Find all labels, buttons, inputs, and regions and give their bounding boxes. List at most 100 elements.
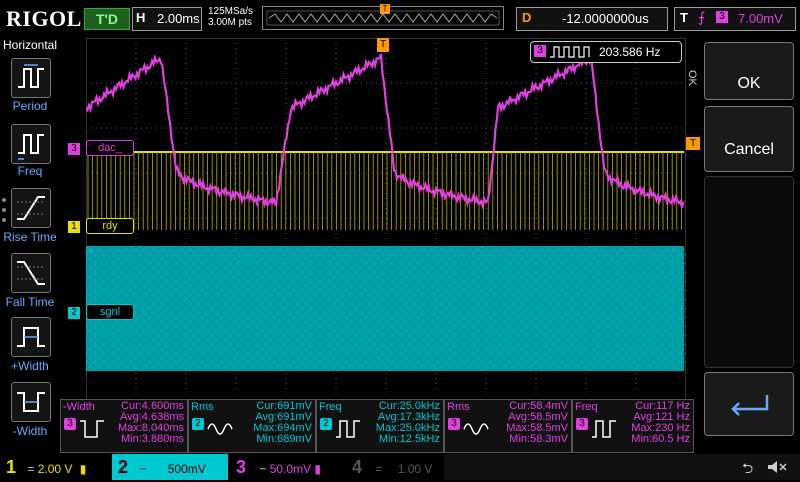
timebase-value: 2.00ms <box>157 11 200 26</box>
pos-width-label: +Width <box>11 359 49 373</box>
measurement-min: Min:60.5 Hz <box>631 433 690 445</box>
ch1-battery-icon: ▮ <box>79 462 87 476</box>
measurement-name: Rms <box>447 401 470 413</box>
ok-side-label: OK <box>686 70 698 86</box>
freq-icon <box>592 420 616 438</box>
measurement-channel-badge: 3 <box>576 418 588 430</box>
measurement-name: Freq <box>319 401 342 413</box>
waveform-canvas <box>0 37 800 401</box>
period-button[interactable] <box>11 58 51 98</box>
measurement-channel-badge: 3 <box>64 418 76 430</box>
measurement-stats: Cur:691mV Avg:691mV Max:694mV Min:689mV <box>253 401 312 445</box>
ch1-waveform-label[interactable]: rdy <box>86 218 134 234</box>
menu-page-dots <box>1 196 7 226</box>
freq-label: Freq <box>17 164 43 178</box>
period-icon <box>18 64 44 88</box>
ch1-scale: 2.00 V <box>37 462 73 476</box>
ch2-waveform-label[interactable]: sgnl <box>86 304 134 320</box>
measurement-item[interactable]: Rms 2 Cur:691mV Avg:691mV Max:694mV Min:689mV <box>188 399 316 453</box>
enter-arrow-icon <box>731 395 769 416</box>
usb-icon: ⮌ <box>742 460 754 476</box>
fall-time-button[interactable] <box>11 253 51 293</box>
ch3-marker[interactable]: 3 <box>68 143 80 155</box>
ch2-scale: 500mV <box>167 462 206 476</box>
freq-icon <box>18 134 44 160</box>
ok-button-label: OK <box>737 75 761 92</box>
rise-time-button[interactable] <box>11 188 51 228</box>
period-label: Period <box>12 99 48 113</box>
ch2-number: 2 <box>118 457 129 477</box>
memory-depth: 3.00M pts <box>208 17 252 28</box>
sample-rate: 125MSa/s <box>208 6 254 17</box>
freq-button[interactable] <box>11 124 51 164</box>
softkey-empty-area <box>704 176 794 368</box>
measurement-stats: Cur:25.0kHz Avg:17.3kHz Max:25.0kHz Min:12.… <box>376 401 440 445</box>
ch1-coupling: = <box>27 462 35 476</box>
ch3-battery-icon: ▮ <box>314 462 322 476</box>
ch3-status[interactable]: 3 ~ 50.0mV ▮ <box>228 454 344 480</box>
delay-value: -12.0000000us <box>562 11 649 26</box>
timebase-label: H <box>136 10 146 25</box>
frequency-counter[interactable]: 3 203.586 Hz <box>530 41 682 63</box>
ch2-coupling: ~ <box>139 462 147 476</box>
trigger-source-badge: 3 <box>716 11 728 23</box>
ch1-marker[interactable]: 1 <box>68 221 80 233</box>
trigger-position-marker: T <box>380 4 390 14</box>
ch1-status[interactable]: 1 = 2.00 V ▮ <box>0 454 112 480</box>
counter-value: 203.586 Hz <box>599 45 661 59</box>
ok-button[interactable]: OK <box>704 42 794 100</box>
ch3-coupling: ~ <box>259 462 267 476</box>
measurement-min: Min:3.880ms <box>121 433 184 445</box>
measurement-item[interactable]: Freq 2 Cur:25.0kHz Avg:17.3kHz Max:25.0kHz Mi… <box>316 399 444 453</box>
ch2-status[interactable]: 2 ~ 500mV <box>112 454 228 480</box>
measurement-name: Rms <box>191 401 214 413</box>
trigger-level-value: 7.00mV <box>738 11 783 26</box>
measurement-channel-badge: 2 <box>320 418 332 430</box>
delay-label: D <box>522 10 532 25</box>
ch3-number: 3 <box>236 457 247 477</box>
trigger-status-badge: T'D <box>84 8 130 30</box>
ch4-status[interactable]: 4 = 1.00 V <box>344 454 444 480</box>
trigger-label: T <box>680 10 688 25</box>
measurement-min: Min:689mV <box>256 433 312 445</box>
rms-icon <box>207 423 233 435</box>
ch3-waveform-label[interactable]: dac_ <box>86 140 134 156</box>
ch2-marker[interactable]: 2 <box>68 307 80 319</box>
enter-button[interactable] <box>704 372 794 436</box>
neg-width-icon <box>17 392 45 412</box>
measurement-channel-badge: 3 <box>448 418 460 430</box>
cancel-button[interactable]: Cancel <box>704 106 794 172</box>
pos-width-button[interactable] <box>11 317 51 357</box>
speaker-mute-icon[interactable] <box>766 458 790 476</box>
ch1-number: 1 <box>6 457 17 477</box>
neg-width-icon <box>80 420 104 438</box>
ch4-coupling: = <box>375 462 383 476</box>
trigger-level-marker[interactable]: T <box>686 137 700 150</box>
freq-icon <box>336 420 360 438</box>
measurement-name: -Width <box>63 401 95 413</box>
measurement-item[interactable]: -Width 3 Cur:4.600ms Avg:4.638ms Max:8.040ms… <box>60 399 188 453</box>
neg-width-label: -Width <box>12 424 48 438</box>
menu-title: Horizontal <box>2 38 58 52</box>
fall-time-icon <box>17 261 45 285</box>
counter-channel-badge: 3 <box>534 45 546 57</box>
neg-width-button[interactable] <box>11 382 51 422</box>
measurement-stats: Cur:58.4mV Avg:58.5mV Max:58.5mV Min:58.3mV <box>506 401 568 445</box>
measurement-channel-badge: 2 <box>192 418 204 430</box>
measurement-item[interactable]: Rms 3 Cur:58.4mV Avg:58.5mV Max:58.5mV Min:58… <box>444 399 572 453</box>
rise-time-label: Rise Time <box>3 230 57 244</box>
trigger-time-marker[interactable]: T <box>377 38 389 52</box>
measurement-min: Min:58.3mV <box>509 433 568 445</box>
cancel-button-label: Cancel <box>724 141 774 158</box>
rms-icon <box>463 423 489 435</box>
fall-time-label: Fall Time <box>5 295 55 309</box>
ch3-scale: 50.0mV <box>269 462 312 476</box>
square-wave-icon <box>550 46 590 58</box>
pos-width-icon <box>17 327 45 347</box>
measurement-name: Freq <box>575 401 598 413</box>
rising-edge-icon: ⨍ <box>698 9 706 25</box>
waveform-display[interactable] <box>0 37 800 401</box>
ch4-scale: 1.00 V <box>397 462 433 476</box>
measurement-item[interactable]: Freq 3 Cur:117 Hz Avg:121 Hz Max:230 Hz Min:6… <box>572 399 694 453</box>
measurement-stats: Cur:4.600ms Avg:4.638ms Max:8.040ms Min:3.8… <box>118 401 184 445</box>
